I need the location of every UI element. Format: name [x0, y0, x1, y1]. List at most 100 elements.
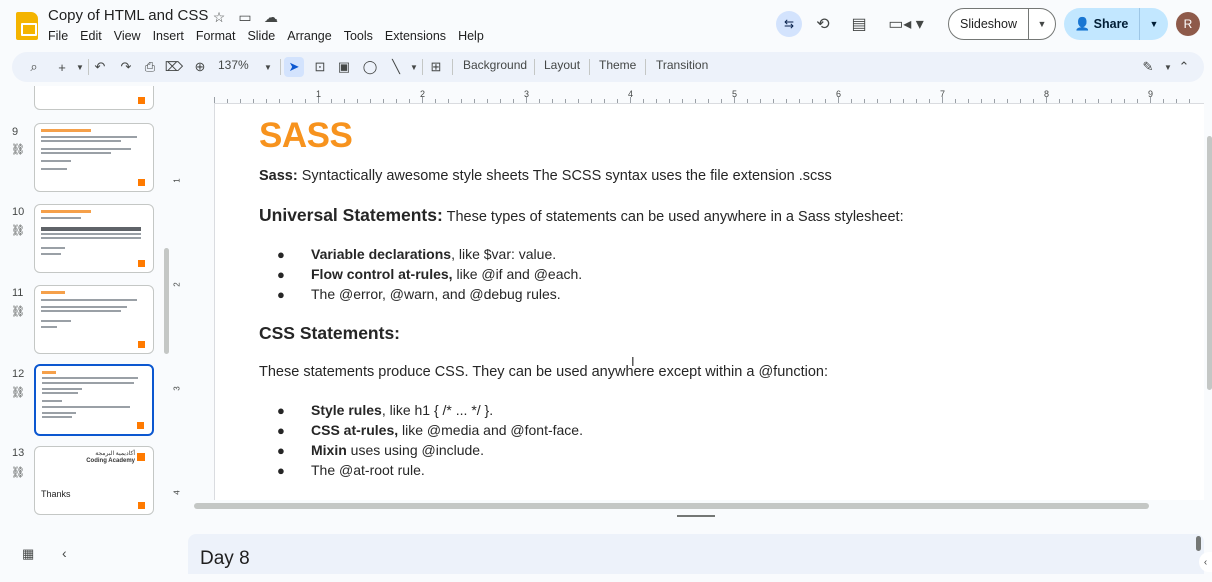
- thumb-text-line: [42, 377, 138, 379]
- meet-icon[interactable]: ▭◂ ▾: [884, 11, 928, 37]
- ruler-tick: [409, 99, 410, 103]
- thumb-thanks-text: Thanks: [41, 489, 71, 499]
- collapse-toolbar-icon[interactable]: ⌃: [1174, 57, 1194, 77]
- ruler-mark: 1: [172, 178, 182, 183]
- theme-button[interactable]: Theme: [599, 58, 636, 72]
- css-bullet[interactable]: ● Mixin uses using @include.: [277, 442, 484, 458]
- paint-format-icon[interactable]: ⌦: [164, 57, 184, 77]
- menu-extensions[interactable]: Extensions: [379, 28, 452, 44]
- ruler-tick: [214, 97, 215, 103]
- redo-icon[interactable]: ↷: [116, 57, 136, 77]
- collapse-filmstrip-icon[interactable]: ‹: [62, 545, 67, 561]
- side-panel-toggle-icon[interactable]: ‹: [1199, 552, 1212, 572]
- slideshow-label[interactable]: Slideshow: [949, 9, 1029, 39]
- slide-thumbnail-11[interactable]: [34, 285, 154, 354]
- menu-slide[interactable]: Slide: [241, 28, 281, 44]
- undo-icon[interactable]: ↶: [90, 57, 110, 77]
- grid-view-icon[interactable]: ▦: [22, 546, 34, 562]
- thumb-logo-brand: Coding Academy: [86, 458, 135, 464]
- slide-thumbnail-12[interactable]: [34, 364, 154, 436]
- slides-logo-icon[interactable]: [16, 12, 38, 40]
- share-dropdown-icon[interactable]: ▼: [1140, 19, 1168, 29]
- add-comment-icon[interactable]: ⊞: [426, 57, 446, 77]
- slideshow-dropdown-icon[interactable]: ▼: [1029, 19, 1055, 29]
- background-button[interactable]: Background: [463, 58, 527, 72]
- css-intro-line[interactable]: These statements produce CSS. They can b…: [259, 364, 828, 380]
- zoom-icon[interactable]: ⊕: [190, 57, 210, 77]
- share-label[interactable]: 👤 Share: [1064, 8, 1140, 40]
- bullet-text: , like h1 { /* ... */ }.: [381, 402, 494, 418]
- css-bullet[interactable]: ● Style rules, like h1 { /* ... */ }.: [277, 402, 493, 418]
- vertical-ruler: 1 2 3 4: [172, 104, 188, 500]
- zoom-dropdown-icon[interactable]: ▼: [258, 57, 278, 77]
- star-icon[interactable]: ☆: [210, 9, 228, 25]
- layout-button[interactable]: Layout: [544, 58, 580, 72]
- thumb-text-line: [41, 299, 137, 301]
- cloud-status-icon[interactable]: ☁: [262, 9, 280, 25]
- speaker-notes-text[interactable]: Day 8: [200, 548, 250, 570]
- menu-view[interactable]: View: [108, 28, 147, 44]
- avatar[interactable]: R: [1176, 12, 1200, 36]
- share-button[interactable]: 👤 Share ▼: [1064, 8, 1168, 40]
- ruler-tick: [513, 99, 514, 103]
- css-bullet[interactable]: ● The @at-root rule.: [277, 462, 425, 478]
- line-dropdown-icon[interactable]: ▼: [404, 57, 424, 77]
- speaker-notes[interactable]: Day 8: [188, 534, 1204, 574]
- toolbar-divider: [280, 59, 281, 75]
- document-title[interactable]: Copy of HTML and CSS: [48, 7, 208, 24]
- notes-resize-handle[interactable]: [677, 515, 715, 517]
- move-folder-icon[interactable]: ▭: [236, 9, 254, 25]
- css-heading[interactable]: CSS Statements:: [259, 323, 400, 344]
- select-cursor-icon[interactable]: ➤: [284, 57, 304, 77]
- slide-canvas[interactable]: SASS Sass: Syntactically awesome style s…: [188, 104, 1204, 500]
- menu-insert[interactable]: Insert: [147, 28, 190, 44]
- slide-page[interactable]: SASS Sass: Syntactically awesome style s…: [214, 104, 1204, 500]
- search-menus-icon[interactable]: ⌕: [24, 57, 44, 77]
- filmstrip-scrollbar[interactable]: [164, 248, 169, 354]
- ruler-tick: [253, 99, 254, 103]
- menu-edit[interactable]: Edit: [74, 28, 108, 44]
- menu-format[interactable]: Format: [190, 28, 242, 44]
- version-history-icon[interactable]: ⟲: [810, 11, 836, 37]
- text-box-icon[interactable]: ⊡: [310, 57, 330, 77]
- intro-line[interactable]: Sass: Syntactically awesome style sheets…: [259, 168, 832, 184]
- menu-arrange[interactable]: Arrange: [281, 28, 337, 44]
- slide-filmstrip[interactable]: 9 ⛓ 10 ⛓ 11 ⛓ 12 ⛓ 13 ⛓ أكاديمية البرمجة…: [0, 86, 176, 530]
- universal-bullet[interactable]: ● Flow control at-rules, like @if and @ea…: [277, 266, 582, 282]
- slideshow-button[interactable]: Slideshow ▼: [948, 8, 1056, 40]
- transition-button[interactable]: Transition: [656, 58, 708, 72]
- menu-tools[interactable]: Tools: [338, 28, 379, 44]
- comments-icon[interactable]: ▤: [846, 11, 872, 37]
- slide-thumbnail-8[interactable]: [34, 86, 154, 110]
- toolbar-divider: [534, 59, 535, 75]
- ruler-tick: [942, 97, 943, 103]
- presenter-icon[interactable]: ⇆: [776, 11, 802, 37]
- insert-image-icon[interactable]: ▣: [334, 57, 354, 77]
- zoom-level[interactable]: 137%: [218, 58, 249, 72]
- editing-mode-icon[interactable]: ✎: [1138, 57, 1158, 77]
- new-slide-icon[interactable]: +: [52, 57, 72, 77]
- slide-title[interactable]: SASS: [259, 116, 353, 156]
- css-bullet[interactable]: ● CSS at-rules, like @media and @font-fac…: [277, 422, 583, 438]
- shape-icon[interactable]: ◯: [360, 57, 380, 77]
- slide-thumbnail-13[interactable]: أكاديمية البرمجة Coding Academy Thanks: [34, 446, 154, 515]
- universal-heading[interactable]: Universal Statements: These types of sta…: [259, 205, 904, 226]
- slide-thumbnail-10[interactable]: [34, 204, 154, 273]
- new-slide-dropdown-icon[interactable]: ▼: [70, 57, 90, 77]
- ruler-tick: [864, 99, 865, 103]
- vertical-scrollbar[interactable]: [1207, 136, 1212, 390]
- slide-thumbnail-9[interactable]: [34, 123, 154, 192]
- ruler-tick: [227, 99, 228, 103]
- menu-help[interactable]: Help: [452, 28, 490, 44]
- print-icon[interactable]: ⎙: [140, 57, 160, 77]
- horizontal-scrollbar[interactable]: [194, 503, 1149, 509]
- ruler-tick: [318, 97, 319, 103]
- universal-bullet[interactable]: ● The @error, @warn, and @debug rules.: [277, 286, 561, 302]
- bullet-dot: ●: [277, 423, 285, 438]
- notes-scrollbar[interactable]: [1196, 536, 1201, 551]
- menu-file[interactable]: File: [42, 28, 74, 44]
- line-icon[interactable]: ╲: [386, 57, 406, 77]
- universal-bullet[interactable]: ● Variable declarations, like $var: value…: [277, 246, 556, 262]
- ruler-tick: [448, 99, 449, 103]
- orange-mark: [138, 260, 145, 267]
